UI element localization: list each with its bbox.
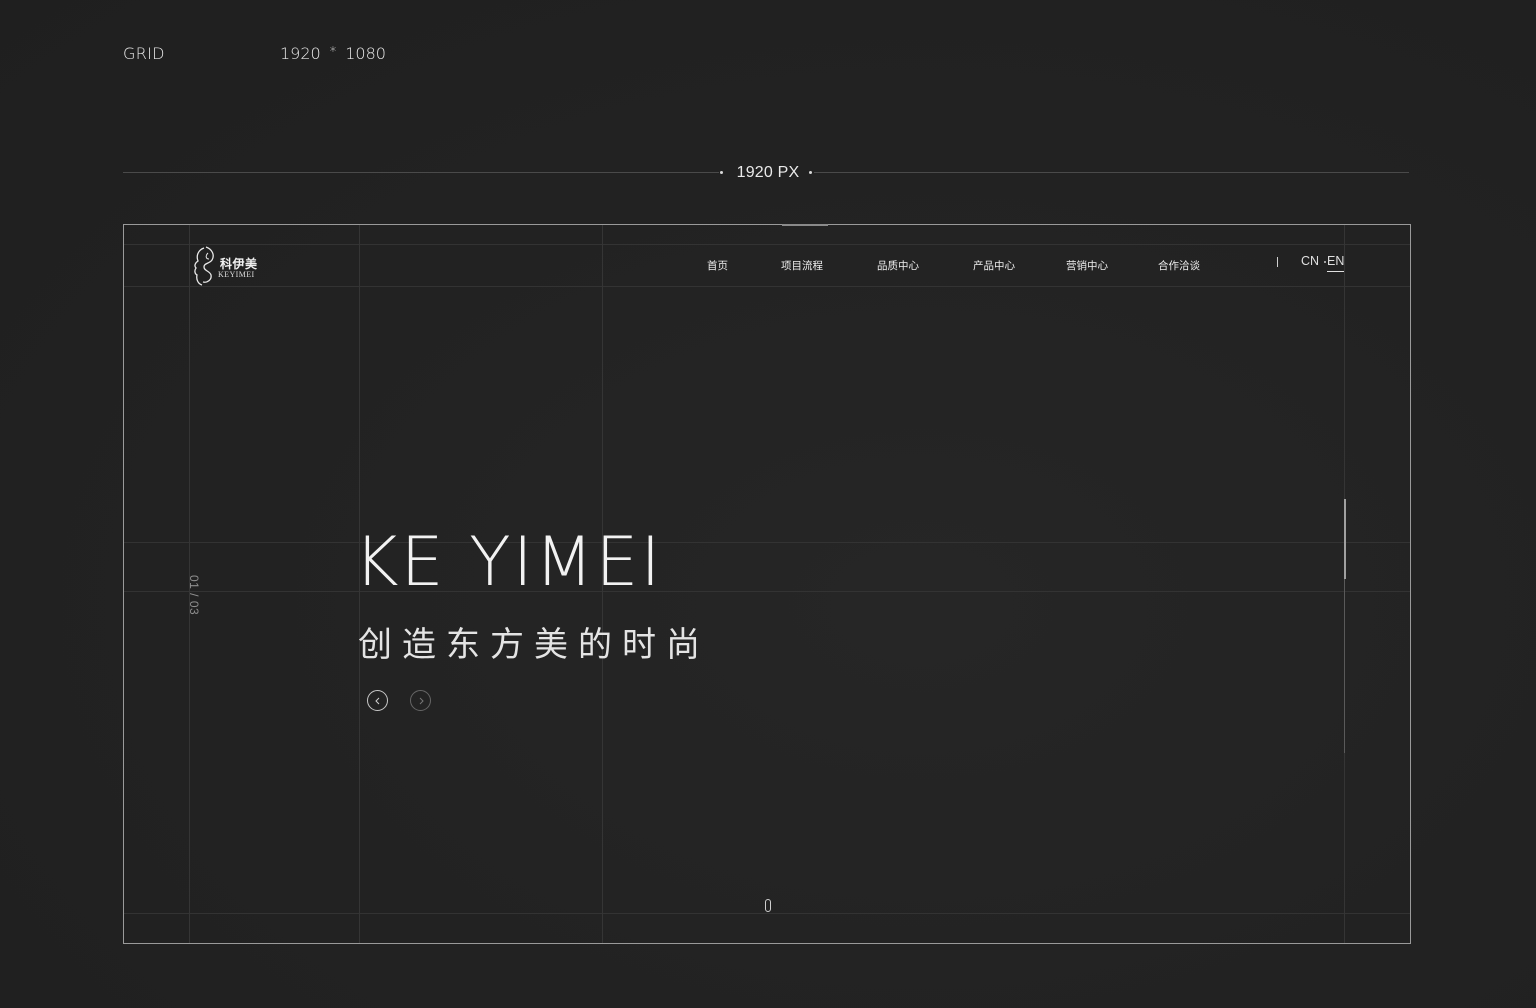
nav-item-home[interactable]: 首页 xyxy=(707,258,728,273)
chevron-left-icon xyxy=(374,697,379,704)
hero-subtitle: 创造东方美的时尚 xyxy=(358,625,710,665)
nav-item-products[interactable]: 产品中心 xyxy=(973,258,1015,273)
next-slide-button[interactable] xyxy=(410,690,431,711)
slide-progress-active xyxy=(1344,499,1346,579)
ruler-dot-right xyxy=(809,171,812,174)
lang-separator-dot xyxy=(1324,261,1326,263)
slide-progress-track xyxy=(1344,579,1345,753)
grid-line-h xyxy=(124,913,1410,914)
width-value: 1920 xyxy=(280,44,321,63)
nav-item-process[interactable]: 项目流程 xyxy=(781,258,823,273)
nav-item-cooperation[interactable]: 合作洽谈 xyxy=(1158,258,1200,273)
grid-label: GRID xyxy=(123,44,165,63)
grid-line-h xyxy=(124,286,1410,287)
grid-line-h xyxy=(124,542,1410,543)
grid-line-h xyxy=(124,591,1410,592)
frame-top-marker xyxy=(782,224,828,226)
logo-text-en: KEYIMEI xyxy=(218,270,255,279)
face-profile-icon xyxy=(194,246,214,286)
mouse-icon[interactable] xyxy=(765,899,771,912)
width-ruler-left xyxy=(123,172,719,173)
height-value: 1080 xyxy=(345,44,386,63)
lang-switch-en[interactable]: EN xyxy=(1327,254,1344,268)
width-ruler-label: 1920 PX xyxy=(736,164,800,181)
brand-logo[interactable]: 科伊美 KEYIMEI xyxy=(190,244,270,288)
ruler-dot-left xyxy=(720,171,723,174)
chevron-right-icon xyxy=(419,697,424,704)
width-ruler-right xyxy=(814,172,1409,173)
slide-counter: 01 / 03 xyxy=(187,575,201,621)
website-mockup-frame: 科伊美 KEYIMEI 首页 项目流程 品质中心 产品中心 营销中心 合作洽谈 … xyxy=(123,224,1411,944)
hero-title: KE YIMEI xyxy=(354,523,663,602)
prev-slide-button[interactable] xyxy=(367,690,388,711)
design-spec-canvas: GRID 1920 * 1080 1920 PX 科伊美 KEYIMEI 首页 … xyxy=(0,0,1536,1008)
times-sign: * xyxy=(329,45,337,60)
dimension-label: 1920 * 1080 xyxy=(280,44,386,63)
lang-active-underline xyxy=(1327,271,1344,272)
lang-switch-cn[interactable]: CN xyxy=(1301,254,1319,268)
slide-counter-text: 01 / 03 xyxy=(187,575,201,616)
nav-item-quality[interactable]: 品质中心 xyxy=(877,258,919,273)
grid-line-h xyxy=(124,244,1410,245)
nav-divider xyxy=(1277,257,1278,267)
nav-item-marketing[interactable]: 营销中心 xyxy=(1066,258,1108,273)
